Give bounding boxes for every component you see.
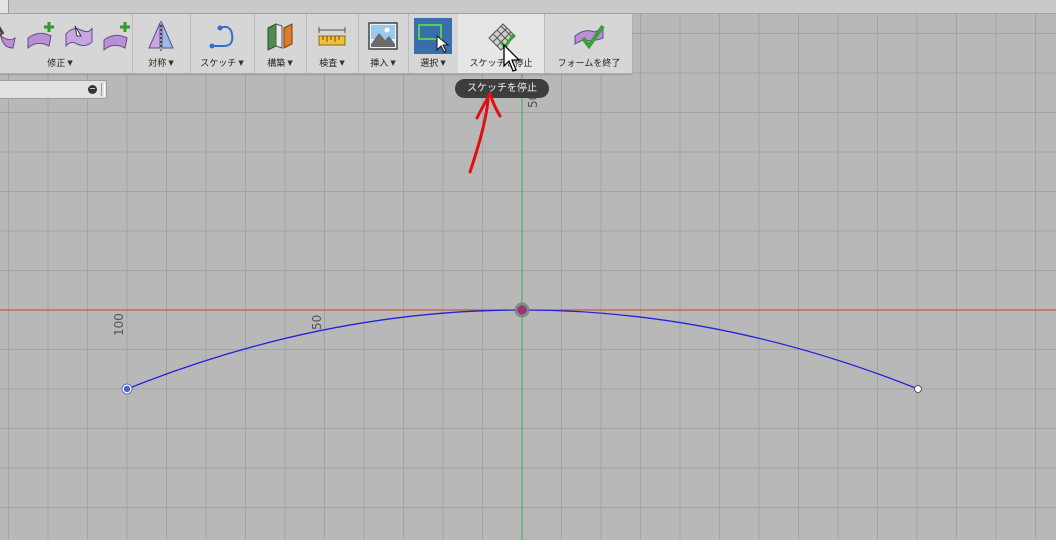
caret-down-icon: ▼: [168, 58, 174, 67]
insert-image-icon[interactable]: [367, 20, 399, 52]
sketch-label[interactable]: スケッチ ▼: [200, 56, 244, 70]
arc-end-point[interactable]: [914, 385, 922, 393]
construct-label-text: 構築: [267, 59, 286, 69]
add-face-icon[interactable]: [101, 20, 133, 52]
sketch-label-text: スケッチ: [200, 59, 237, 69]
caret-down-icon: ▼: [287, 58, 293, 67]
symmetry-icon[interactable]: [145, 20, 177, 52]
construct-group[interactable]: 構築 ▼: [254, 14, 307, 73]
inspect-label-text: 検査: [319, 59, 338, 69]
stop-sketch-label-text: スケッチを停止: [469, 59, 533, 69]
construct-label[interactable]: 構築 ▼: [267, 56, 293, 70]
insert-label-text: 挿入: [370, 59, 389, 69]
caret-down-icon: ▼: [440, 58, 446, 67]
symmetry-label[interactable]: 対称 ▼: [148, 56, 174, 70]
caret-down-icon: ▼: [390, 58, 396, 67]
modify-label-text: 修正: [47, 59, 66, 69]
top-strip: [0, 0, 1056, 14]
symmetry-group[interactable]: 対称 ▼: [132, 14, 191, 73]
stop-sketch-group[interactable]: スケッチを停止: [458, 14, 545, 73]
finish-form-label[interactable]: フォームを終了: [558, 56, 621, 69]
axis-label-50: 50: [310, 314, 324, 330]
construct-plane-icon[interactable]: [264, 20, 296, 52]
modify-label[interactable]: 修正 ▼: [47, 56, 73, 70]
edit-face-icon[interactable]: [63, 20, 95, 52]
annotation-arrow-icon: [468, 92, 502, 174]
select-label[interactable]: 選択 ▼: [420, 56, 446, 70]
browser-panel[interactable]: −: [0, 80, 107, 99]
caret-down-icon: ▼: [339, 58, 345, 67]
collapse-icon[interactable]: −: [88, 85, 97, 94]
select-label-text: 選択: [420, 59, 439, 69]
caret-down-icon: ▼: [238, 58, 244, 67]
select-window-icon[interactable]: [414, 18, 452, 54]
inspect-group[interactable]: 検査 ▼: [306, 14, 359, 73]
modify-group[interactable]: 修正 ▼: [0, 14, 133, 73]
arc-start-point-core: [123, 385, 131, 393]
pliers-icon[interactable]: [0, 20, 19, 52]
finish-form-group[interactable]: フォームを終了: [546, 14, 632, 73]
select-group[interactable]: 選択 ▼: [408, 14, 459, 73]
finish-form-label-text: フォームを終了: [557, 59, 621, 69]
top-tab[interactable]: [0, 0, 9, 13]
mouse-cursor-icon: [503, 44, 521, 72]
insert-label[interactable]: 挿入 ▼: [370, 56, 396, 70]
toolbar: 修正 ▼ 対称 ▼ スケッチ ▼ 構築 ▼ 検査 ▼ 挿入 ▼ 選択 ▼ スケッ…: [0, 14, 632, 74]
add-surface-icon[interactable]: [25, 20, 57, 52]
caret-down-icon: ▼: [67, 58, 73, 67]
resize-handle[interactable]: [101, 83, 105, 96]
stop-sketch-label[interactable]: スケッチを停止: [469, 56, 532, 69]
inspect-label[interactable]: 検査 ▼: [319, 56, 345, 70]
axis-label-100: 100: [112, 313, 126, 336]
insert-group[interactable]: 挿入 ▼: [358, 14, 409, 73]
ruler-icon[interactable]: [316, 20, 348, 52]
sketch-group[interactable]: スケッチ ▼: [190, 14, 255, 73]
finish-form-icon[interactable]: [573, 20, 605, 52]
arc-midpoint[interactable]: [517, 305, 527, 315]
sketch-curve-icon[interactable]: [206, 20, 238, 52]
symmetry-label-text: 対称: [148, 59, 167, 69]
